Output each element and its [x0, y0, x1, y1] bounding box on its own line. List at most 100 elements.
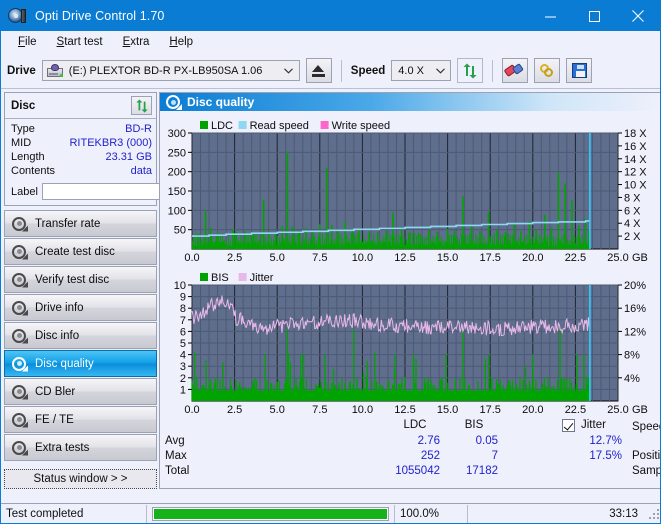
svg-text:12.5: 12.5 — [394, 404, 415, 416]
svg-text:1: 1 — [180, 384, 186, 396]
sidebar-item-drive-info[interactable]: Drive info — [4, 294, 157, 321]
refresh-button[interactable] — [457, 58, 484, 83]
disc-test-icon — [12, 328, 28, 344]
sidebar-item-disc-info[interactable]: Disc info — [4, 322, 157, 349]
disc-field-type-key: Type — [11, 123, 35, 135]
minimize-button[interactable] — [528, 1, 572, 31]
stats-col-ldc: LDC — [403, 419, 427, 431]
disc-field-contents: Contents data — [11, 164, 152, 178]
svg-text:Jitter: Jitter — [250, 272, 274, 284]
disc-field-length-key: Length — [11, 151, 45, 163]
clipboard-button[interactable] — [534, 58, 561, 83]
svg-text:7.5: 7.5 — [312, 252, 327, 264]
disc-test-icon — [12, 412, 28, 428]
menu-file-rest: ile — [25, 35, 37, 48]
svg-text:10: 10 — [174, 280, 186, 292]
menu-file[interactable]: File — [9, 33, 46, 51]
svg-text:16%: 16% — [624, 303, 646, 315]
speed-select[interactable]: 4.0 X — [391, 60, 452, 81]
page-title: Disc quality — [187, 95, 255, 109]
menu-start-test[interactable]: Start test — [48, 33, 112, 51]
sidebar-item-verify-test-disc[interactable]: Verify test disc — [4, 266, 157, 293]
disc-field-mid: MID RITEKBR3 (000) — [11, 136, 152, 150]
progress-percent: 100.0% — [400, 507, 440, 520]
stats-row-total-label: Total — [165, 465, 190, 477]
svg-text:BIS: BIS — [211, 272, 229, 284]
svg-text:2: 2 — [180, 373, 186, 385]
svg-text:17.5: 17.5 — [479, 252, 500, 264]
close-button[interactable] — [616, 1, 660, 31]
svg-text:5: 5 — [180, 338, 186, 350]
body: Disc Type BD-R MID RITEKBR3 (000) Length… — [1, 89, 660, 489]
svg-text:17.5: 17.5 — [479, 404, 500, 416]
sidebar-item-transfer-rate[interactable]: Transfer rate — [4, 210, 157, 237]
chevron-down-icon — [430, 61, 450, 80]
svg-text:4 X: 4 X — [624, 218, 641, 230]
svg-text:25.0: 25.0 — [607, 252, 628, 264]
bis-jitter-chart[interactable]: BIS Jitter 1 2 3 4 5 6 7 8 9 10 4% 8% 12% 16% 20% 0.0 2.5 5… — [162, 265, 658, 417]
drive-label: Drive — [7, 64, 36, 77]
app-window: Opti Drive Control 1.70 File Start test … — [0, 0, 661, 524]
svg-text:5.0: 5.0 — [270, 404, 285, 416]
svg-text:10.0: 10.0 — [352, 252, 373, 264]
disc-field-mid-value: RITEKBR3 (000) — [69, 137, 152, 149]
disc-refresh-button[interactable] — [131, 96, 152, 115]
svg-text:GB: GB — [632, 404, 648, 416]
disc-test-icon — [12, 356, 28, 372]
resize-grip-icon[interactable] — [649, 508, 659, 519]
speed-label: Speed — [350, 64, 386, 77]
clear-button[interactable] — [502, 58, 529, 83]
svg-text:18 X: 18 X — [624, 128, 647, 140]
menu-start-test-rest: tart test — [64, 35, 103, 48]
ldc-chart[interactable]: LDC Read speed Write speed 50 100 150 200 250 30… — [162, 113, 658, 265]
stats-row-max-label: Max — [165, 450, 187, 462]
sidebar-item-create-test-disc[interactable]: Create test disc — [4, 238, 157, 265]
maximize-button[interactable] — [572, 1, 616, 31]
disc-field-type: Type BD-R — [11, 122, 152, 136]
stats-row-avg-label: Avg — [165, 435, 185, 447]
toolbar: Drive (E:) PLEXTOR BD-R PX-LB950SA 1.06 … — [1, 53, 660, 89]
svg-text:Write speed: Write speed — [332, 120, 391, 132]
menu-help[interactable]: Help — [160, 33, 202, 51]
menu-bar: File Start test Extra Help — [1, 31, 660, 53]
sidebar-item-cd-bler[interactable]: CD Bler — [4, 378, 157, 405]
sidebar-item-label: Extra tests — [35, 441, 90, 454]
menu-extra[interactable]: Extra — [114, 33, 159, 51]
menu-help-rest: elp — [177, 35, 194, 48]
sidebar-item-extra-tests[interactable]: Extra tests — [4, 434, 157, 461]
svg-text:100: 100 — [168, 205, 186, 217]
disc-test-icon — [12, 216, 28, 232]
save-button[interactable] — [566, 58, 593, 83]
svg-text:9: 9 — [180, 292, 186, 304]
svg-text:0.0: 0.0 — [184, 252, 199, 264]
disc-test-icon — [166, 95, 182, 110]
sidebar-item-label: CD Bler — [35, 385, 76, 398]
sidebar: Disc Type BD-R MID RITEKBR3 (000) Length… — [1, 89, 244, 489]
svg-text:8 X: 8 X — [624, 192, 641, 204]
status-window-button[interactable]: Status window > > — [4, 469, 157, 489]
svg-text:50: 50 — [174, 225, 186, 237]
sidebar-item-disc-quality[interactable]: Disc quality — [4, 350, 157, 377]
drive-select[interactable]: (E:) PLEXTOR BD-R PX-LB950SA 1.06 — [41, 60, 300, 81]
svg-text:12%: 12% — [624, 326, 646, 338]
app-disc-icon — [8, 7, 26, 25]
stats-col-jitter: Jitter — [581, 419, 606, 431]
svg-text:4: 4 — [180, 350, 186, 362]
eject-icon — [312, 64, 326, 77]
stats-max-jitter: 17.5% — [589, 450, 622, 462]
svg-text:15.0: 15.0 — [437, 404, 458, 416]
svg-text:3: 3 — [180, 361, 186, 373]
disc-panel-header: Disc — [5, 93, 156, 119]
refresh-icon — [135, 98, 148, 113]
sidebar-item-label: Disc quality — [35, 357, 94, 370]
svg-text:7: 7 — [180, 315, 186, 327]
sidebar-item-fe-te[interactable]: FE / TE — [4, 406, 157, 433]
svg-text:Read speed: Read speed — [250, 120, 309, 132]
title-bar: Opti Drive Control 1.70 — [1, 1, 660, 31]
disc-field-contents-key: Contents — [11, 165, 56, 177]
jitter-checkbox[interactable] — [562, 419, 575, 432]
svg-text:10.0: 10.0 — [352, 404, 373, 416]
eject-button[interactable] — [305, 58, 332, 83]
svg-text:20.0: 20.0 — [522, 404, 543, 416]
stats-avg-jitter: 12.7% — [589, 435, 622, 447]
